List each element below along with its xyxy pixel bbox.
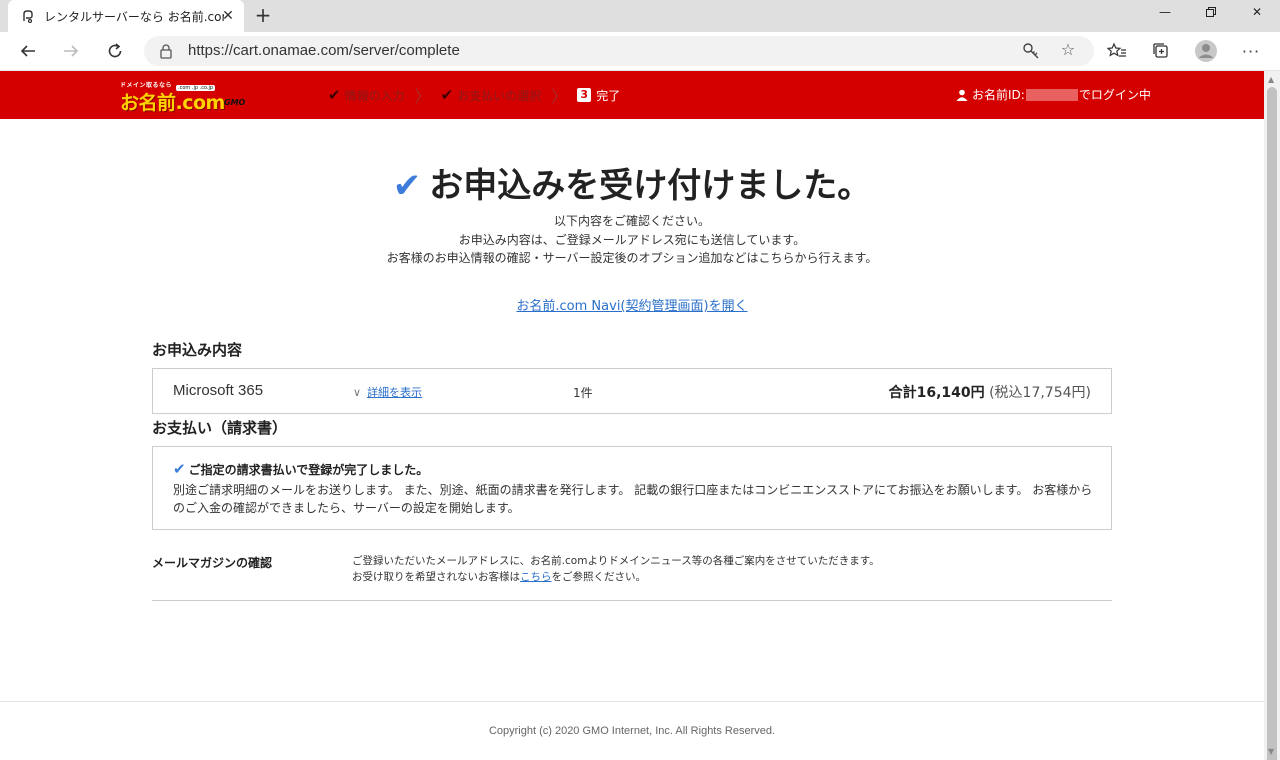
mail-magazine-line: お受け取りを希望されないお客様はこちらをご参照ください。: [352, 569, 880, 585]
step-1: ✔ 情報の入力: [328, 86, 405, 104]
order-section-title: お申込み内容: [152, 341, 243, 359]
step-3: 3 完了: [577, 87, 620, 104]
payment-section-title: お支払い（請求書）: [152, 419, 288, 437]
divider: [152, 600, 1112, 601]
step-check-icon: ✔: [440, 86, 454, 104]
mail-magazine-line: ご登録いただいたメールアドレスに、お名前.comよりドメインニュース等の各種ご案…: [352, 555, 880, 567]
step-2: ✔ お支払いの選択: [441, 86, 542, 104]
intro-text: 以下内容をご確認ください。 お申込み内容は、ご登録メールアドレス宛にも送信してい…: [0, 212, 1264, 268]
new-tab-icon[interactable]: +: [252, 4, 274, 26]
total-with-tax: (税込17,754円): [989, 385, 1091, 401]
step-number: 3: [577, 88, 592, 102]
browser-tab-bar: レンタルサーバーなら お名前.com ✕ + — ✕: [0, 0, 1280, 32]
scrollbar-thumb[interactable]: [1267, 87, 1277, 760]
masked-user-id: [1025, 88, 1078, 101]
order-box: Microsoft 365 ∨ 詳細を表示 1件 合計16,140円 (税込17…: [152, 368, 1112, 414]
login-status: お名前ID: でログイン中: [956, 86, 1151, 103]
site-header: ドメイン取るなら .com .jp .co.jp お名前.com GMO ✔ 情…: [0, 71, 1264, 119]
mm-prefix: お受け取りを希望されないお客様は: [352, 571, 520, 583]
login-prefix: お名前ID:: [972, 88, 1025, 102]
intro-line: 以下内容をご確認ください。: [553, 214, 710, 228]
lock-icon: [158, 43, 174, 59]
forward-arrow-icon[interactable]: [57, 37, 85, 65]
payment-box: ✔ ご指定の請求書払いで登録が完了しました。 別途ご請求明細のメールをお送りしま…: [152, 446, 1112, 530]
payment-description: 別途ご請求明細のメールをお送りします。 また、別途、紙面の請求書を発行します。 …: [173, 483, 1093, 515]
check-icon: ✔: [173, 460, 186, 478]
check-icon: ✔: [392, 166, 422, 206]
key-icon[interactable]: [1022, 42, 1040, 60]
site-favicon-icon: [20, 8, 36, 24]
logo-text: お名前.com: [120, 92, 225, 114]
tab-title: レンタルサーバーなら お名前.com: [44, 9, 224, 24]
restore-icon[interactable]: [1188, 0, 1234, 24]
address-bar[interactable]: https://cart.onamae.com/server/complete …: [144, 36, 1094, 66]
collections-icon[interactable]: [1147, 37, 1175, 65]
url-text: https://cart.onamae.com/server/complete: [188, 42, 460, 59]
minimize-icon[interactable]: —: [1142, 0, 1188, 24]
browser-toolbar: https://cart.onamae.com/server/complete …: [0, 32, 1280, 71]
intro-line: お申込み内容は、ご登録メールアドレス宛にも送信しています。: [458, 232, 806, 247]
step-check-icon: ✔: [328, 86, 341, 104]
login-suffix: でログイン中: [1078, 88, 1151, 102]
back-arrow-icon[interactable]: [14, 37, 42, 65]
product-name: Microsoft 365: [173, 382, 264, 399]
order-total: 合計16,140円 (税込17,754円): [889, 382, 1091, 402]
intro-line: お客様のお申込情報の確認・サーバー設定後のオプション追加などはこちらから行えます…: [386, 251, 878, 265]
step-label: お支払いの選択: [457, 88, 542, 103]
scroll-up-icon[interactable]: ▲: [1268, 75, 1274, 84]
favorites-icon[interactable]: [1103, 37, 1131, 65]
copyright: Copyright (c) 2020 GMO Internet, Inc. Al…: [488, 725, 776, 737]
browser-tab[interactable]: レンタルサーバーなら お名前.com ✕: [8, 0, 244, 32]
logo-gmo: GMO: [224, 98, 246, 107]
step-label: 情報の入力: [344, 88, 405, 103]
order-quantity: 1件: [573, 386, 593, 400]
onamae-logo[interactable]: ドメイン取るなら .com .jp .co.jp お名前.com GMO: [120, 80, 270, 114]
more-icon[interactable]: ···: [1237, 37, 1265, 65]
total-amount: 合計16,140円: [888, 385, 985, 401]
scroll-down-icon[interactable]: ▼: [1268, 747, 1274, 756]
step-arrow-icon: 〉: [414, 87, 431, 106]
star-icon[interactable]: ☆: [1058, 40, 1078, 60]
step-label: 完了: [596, 88, 621, 103]
navi-link[interactable]: お名前.com Navi(契約管理画面)を開く: [516, 299, 747, 314]
mm-suffix: をご参照ください。: [551, 571, 647, 583]
payment-message: ✔ ご指定の請求書払いで登録が完了しました。: [173, 460, 428, 478]
step-arrow-icon: 〉: [551, 87, 568, 106]
chevron-down-icon: ∨: [353, 385, 362, 399]
window-close-icon[interactable]: ✕: [1234, 0, 1280, 24]
page-footer: Copyright (c) 2020 GMO Internet, Inc. Al…: [0, 701, 1264, 760]
mail-magazine-label: メールマガジンの確認: [152, 556, 273, 570]
refresh-icon[interactable]: [101, 37, 129, 65]
progress-steps: ✔ 情報の入力 〉 ✔ お支払いの選択 〉 3 完了: [328, 85, 620, 106]
show-details-label: 詳細を表示: [367, 386, 423, 399]
user-icon: [956, 89, 968, 101]
tab-close-icon[interactable]: ✕: [220, 8, 236, 24]
show-details-button[interactable]: ∨ 詳細を表示: [353, 384, 422, 400]
page-title-text: お申込みを受け付けました。: [429, 166, 872, 206]
page-title: ✔ お申込みを受け付けました。: [0, 158, 1264, 207]
navi-link-wrap: お名前.com Navi(契約管理画面)を開く: [0, 295, 1264, 314]
unsubscribe-link[interactable]: こちら: [520, 571, 552, 583]
page-scrollbar[interactable]: ▲ ▼: [1264, 71, 1280, 760]
mail-magazine-text: ご登録いただいたメールアドレスに、お名前.comよりドメインニュース等の各種ご案…: [352, 553, 880, 585]
profile-icon[interactable]: [1192, 37, 1220, 65]
payment-message-text: ご指定の請求書払いで登録が完了しました。: [188, 462, 429, 477]
